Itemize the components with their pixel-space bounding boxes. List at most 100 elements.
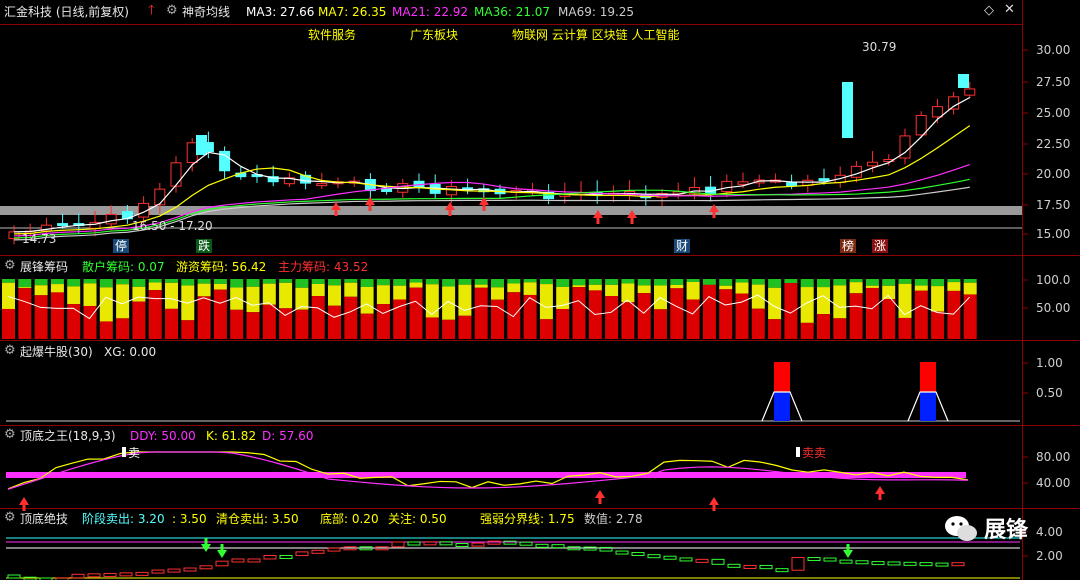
- chip-bar: [621, 279, 635, 339]
- step-box: [855, 560, 869, 565]
- sell-arrow-icon: [201, 538, 211, 552]
- panel3-title[interactable]: 起爆牛股(30): [20, 345, 93, 359]
- panel5-title[interactable]: 顶底绝技: [20, 512, 68, 526]
- watch-value: 关注: 0.50: [388, 512, 447, 526]
- d-value: D: 57.60: [262, 429, 314, 443]
- step-box: [7, 574, 21, 579]
- event-suspend[interactable]: 停: [113, 239, 130, 253]
- step-box: [871, 561, 885, 566]
- chip-bar: [784, 279, 798, 339]
- chip-bar: [882, 279, 896, 339]
- step-box: [407, 541, 421, 546]
- chip-bar: [588, 279, 602, 339]
- settings-gear-icon[interactable]: ⚙: [4, 428, 16, 442]
- step-box: [839, 559, 853, 564]
- chip-bar: [50, 279, 64, 339]
- kd-lines: [6, 451, 969, 511]
- y-tick-label: 80.00: [1036, 450, 1070, 464]
- candle-body: [186, 142, 198, 163]
- chip-bar: [539, 279, 553, 339]
- y-tick-label: 2.00: [1036, 549, 1063, 563]
- y-tick-label: 4.00: [1036, 525, 1063, 539]
- event-drop[interactable]: 跌: [196, 239, 213, 253]
- stage-sell: 阶段卖出: 3.20: [82, 512, 165, 526]
- step-box: [551, 544, 565, 549]
- chip-bar: [34, 279, 48, 339]
- burst-bar: [907, 362, 949, 422]
- candle-body: [170, 162, 182, 187]
- step-box: [423, 541, 437, 546]
- chip-bar: [768, 279, 782, 339]
- y-tick-label: 30.00: [1036, 43, 1070, 57]
- step-box: [71, 573, 85, 579]
- event-billboard[interactable]: 榜: [840, 239, 857, 253]
- chip-bar: [328, 279, 341, 339]
- chip-bar: [246, 279, 260, 339]
- chip-bar: [116, 279, 130, 339]
- watermark-text: 展锋: [984, 518, 1029, 543]
- step-box: [823, 557, 837, 562]
- retail-chips: 散户筹码: 0.07: [82, 260, 165, 274]
- step-box: [455, 542, 469, 547]
- chart-canvas[interactable]: 30.00 27.50 25.00 22.50 20.00 17.50 15.00 100.0…: [0, 0, 1080, 580]
- clear-sell: 清仓卖出: 3.50: [216, 512, 299, 526]
- y-tick-label: 15.00: [1036, 227, 1070, 241]
- chip-distribution-bars: [2, 279, 977, 339]
- step-box: [519, 541, 533, 546]
- settings-gear-icon[interactable]: ⚙: [4, 511, 16, 525]
- chip-bar: [132, 279, 146, 339]
- y-tick-label: 22.50: [1036, 137, 1070, 151]
- step-box: [583, 546, 597, 551]
- step-box: [695, 558, 709, 563]
- chip-bar: [442, 279, 456, 339]
- chip-bar: [99, 279, 113, 339]
- buy-arrow-icon: [875, 486, 885, 500]
- chip-bar: [376, 279, 390, 339]
- range-label: 16.50 - 17.20: [132, 219, 213, 233]
- chip-bar: [2, 279, 15, 339]
- step-box: [391, 541, 405, 548]
- step-box: [87, 573, 101, 578]
- y-tick-label: 17.50: [1036, 198, 1070, 212]
- event-finance[interactable]: 财: [674, 239, 691, 253]
- event-limit-up[interactable]: 涨: [872, 239, 889, 253]
- chip-bar: [507, 279, 521, 339]
- chip-bar: [654, 279, 667, 339]
- chip-bar: [409, 279, 423, 339]
- chip-bar: [898, 279, 912, 339]
- step-box: [615, 550, 629, 555]
- step-box: [295, 551, 309, 557]
- bottom-value: 底部: 0.20: [320, 512, 379, 526]
- step-box: [311, 549, 325, 554]
- candle-body: [316, 183, 328, 187]
- chip-bar: [474, 279, 488, 339]
- chip-bar: [572, 279, 586, 339]
- candle-body: [445, 185, 457, 196]
- candle-body: [948, 96, 960, 110]
- step-box: [679, 557, 693, 562]
- settings-gear-icon[interactable]: ⚙: [4, 344, 16, 358]
- high-price-label: 30.79: [862, 40, 897, 54]
- step-box: [327, 547, 341, 552]
- settings-gear-icon[interactable]: ⚙: [4, 259, 16, 273]
- step-box: [471, 542, 485, 547]
- y-tick-label: 25.00: [1036, 106, 1070, 120]
- panel2-title[interactable]: 展锋筹码: [20, 260, 68, 274]
- step-box: [279, 554, 293, 559]
- chip-bar: [849, 279, 863, 339]
- step-box: [231, 558, 245, 563]
- strength-line: 强弱分界线: 1.75: [480, 512, 575, 526]
- step-box: [199, 565, 213, 570]
- k-value: K: 61.82: [206, 429, 257, 443]
- xg-value: XG: 0.00: [104, 345, 157, 359]
- chip-bar: [751, 279, 765, 339]
- chip-bar: [963, 279, 977, 339]
- chip-bar: [719, 279, 733, 339]
- top-bottom-lines: [6, 537, 1020, 580]
- panel4-title[interactable]: 顶底之王(18,9,3): [20, 429, 116, 443]
- candle-body: [786, 182, 798, 187]
- candle-body: [196, 135, 207, 155]
- step-box: [439, 541, 453, 546]
- step-box: [727, 563, 741, 568]
- ddy-value: DDY: 50.00: [130, 429, 196, 443]
